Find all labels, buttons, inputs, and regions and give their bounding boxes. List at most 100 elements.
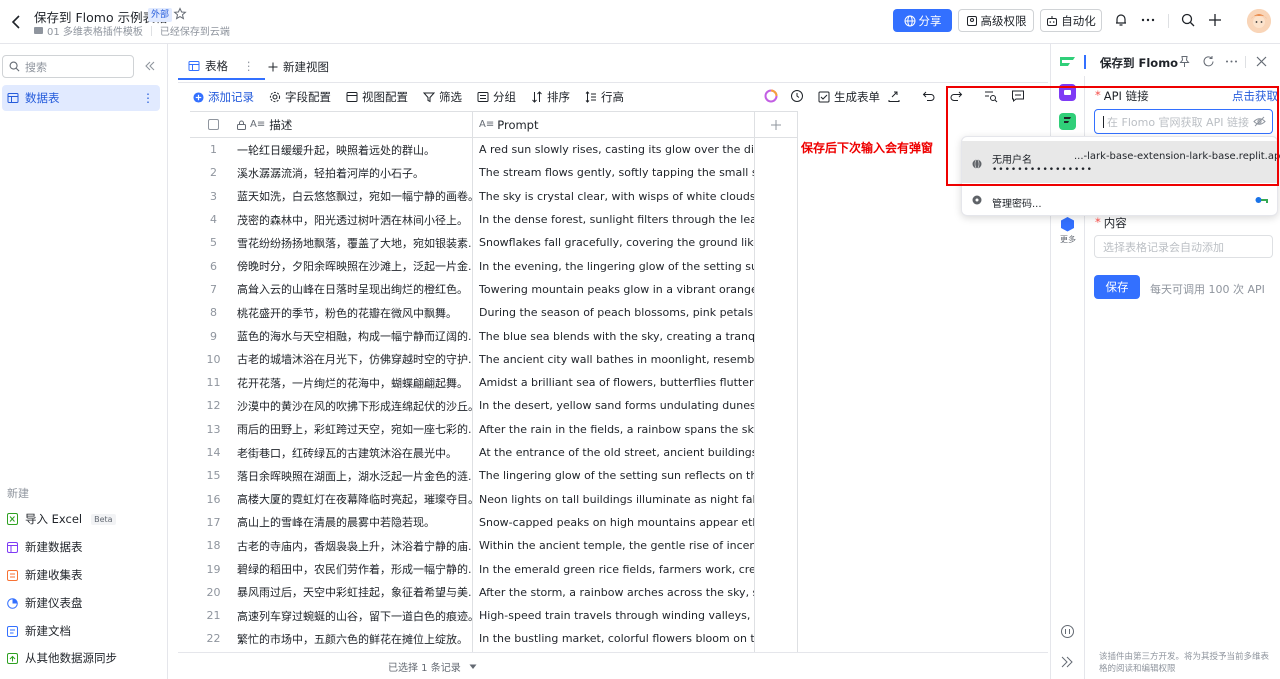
settings-dial-icon[interactable] [1060,624,1075,639]
save-button[interactable]: 保存 [1094,275,1140,299]
description-cell[interactable]: 古老的寺庙内，香烟袅袅上升，沐浴着宁静的庙... [237,534,472,557]
prompt-cell[interactable]: Within the ancient temple, the gentle ri… [472,534,754,558]
description-cell[interactable]: 溪水潺潺流淌，轻拍着河岸的小石子。 [237,161,472,184]
prompt-cell[interactable]: Amidst a brilliant sea of flowers, butte… [472,371,754,395]
prompt-cell[interactable]: The blue sea blends with the sky, creati… [472,324,754,348]
new-doc-item[interactable]: 新建文档 [7,621,71,641]
new-view-button[interactable]: 新建视图 [268,54,329,80]
prompt-cell[interactable]: Snow-capped peaks on high mountains appe… [472,510,754,535]
avatar[interactable] [1247,9,1271,33]
new-dashboard-item[interactable]: 新建仪表盘 [7,593,83,613]
description-cell[interactable]: 高速列车穿过蜿蜒的山谷，留下一道白色的痕迹。 [237,604,472,627]
sidebar-item-data-table[interactable]: 数据表 ⋮ [2,85,160,111]
more-icon[interactable] [1225,55,1239,69]
more-label[interactable]: 更多 [1060,234,1076,245]
description-cell[interactable]: 碧绿的稻田中，农民们劳作着，形成一幅宁静的... [237,557,472,580]
undo-icon[interactable] [922,89,938,105]
description-cell[interactable]: 高楼大厦的霓虹灯在夜幕降临时亮起，璀璨夺目。 [237,488,472,511]
content-input[interactable]: 选择表格记录会自动添加 [1094,235,1273,258]
column-header-description[interactable]: A≡ 描述 [237,111,472,138]
breadcrumb[interactable]: 01 多维表格插件模板 [47,23,143,38]
description-cell[interactable]: 繁忙的市场中，五颜六色的鲜花在摊位上绽放。 [237,627,472,650]
kebab-icon[interactable]: ⋮ [142,91,154,105]
description-cell[interactable]: 蓝色的海水与天空相融，构成一幅宁静而辽阔的... [237,324,472,347]
description-cell[interactable]: 茂密的森林中，阳光透过树叶洒在林间小径上。 [237,208,472,231]
column-header-prompt[interactable]: A≡ Prompt [472,111,754,138]
prompt-cell[interactable]: At the entrance of the old street, ancie… [472,440,754,465]
add-column-button[interactable] [754,111,798,138]
description-cell[interactable]: 沙漠中的黄沙在风的吹拂下形成连绵起伏的沙丘。 [237,394,472,417]
pin-icon[interactable] [1178,55,1192,69]
sort-button[interactable]: 排序 [531,89,570,105]
plus-icon[interactable] [1207,12,1225,30]
select-all-checkbox-cell[interactable] [190,111,237,138]
prompt-cell[interactable]: A red sun slowly rises, casting its glow… [472,138,754,162]
description-cell[interactable]: 古老的城墙沐浴在月光下，仿佛穿越时空的守护... [237,348,472,371]
prompt-cell[interactable]: Snowflakes fall gracefully, covering the… [472,231,754,255]
kebab-icon[interactable]: ⋮ [243,59,255,73]
search-input[interactable]: 搜索 [2,55,134,78]
prompt-cell[interactable]: The sky is crystal clear, with wisps of … [472,184,754,208]
description-cell[interactable]: 老街巷口，红砖绿瓦的古建筑沐浴在晨光中。 [237,441,472,464]
share-button[interactable]: 分享 [893,9,952,32]
close-icon[interactable] [1255,55,1269,69]
description-cell[interactable]: 雨后的田野上，彩虹跨过天空，宛如一座七彩的... [237,418,472,441]
prompt-cell[interactable]: High-speed train travels through winding… [472,604,754,628]
new-table-item[interactable]: 新建数据表 [7,537,83,557]
description-cell[interactable]: 暴风雨过后，天空中彩虹挂起，象征着希望与美... [237,581,472,604]
view-config-button[interactable]: 视图配置 [346,89,408,105]
generate-form-button[interactable]: 生成表单 [818,89,880,105]
prompt-cell[interactable]: After the storm, a rainbow arches across… [472,580,754,604]
prompt-cell[interactable]: In the emerald green rice fields, farmer… [472,557,754,581]
hexagon-app-icon[interactable] [1059,216,1076,233]
prompt-cell[interactable]: In the desert, yellow sand forms undulat… [472,394,754,418]
prompt-cell[interactable]: The ancient city wall bathes in moonligh… [472,347,754,371]
prompt-cell[interactable]: In the bustling market, colorful flowers… [472,627,754,651]
filter-button[interactable]: 筛选 [423,89,462,105]
divider [472,138,473,652]
row-height-button[interactable]: 行高 [585,89,624,105]
manage-passwords-link[interactable]: 管理密码... [992,195,1042,210]
more-icon[interactable] [1140,12,1158,30]
expand-icon[interactable] [1060,655,1074,669]
add-record-button[interactable]: 添加记录 [193,89,254,105]
select-all-checkbox[interactable] [208,119,219,130]
description-cell[interactable]: 桃花盛开的季节，粉色的花瓣在微风中飘舞。 [237,301,472,324]
new-form-item[interactable]: 新建收集表 [7,565,83,585]
advanced-permission-button[interactable]: 高级权限 [958,9,1034,32]
description-cell[interactable]: 高山上的雪峰在清晨的晨雾中若隐若现。 [237,511,472,534]
search-icon[interactable] [1180,12,1198,30]
description-cell[interactable]: 落日余晖映照在湖面上，湖水泛起一片金色的涟... [237,464,472,487]
refresh-icon[interactable] [1202,55,1216,69]
prompt-cell[interactable]: Neon lights on tall buildings illuminate… [472,487,754,511]
description-cell[interactable]: 花开花落，一片绚烂的花海中，蝴蝶翩翩起舞。 [237,371,472,394]
description-cell[interactable]: 蓝天如洗，白云悠悠飘过，宛如一幅宁静的画卷。 [237,185,472,208]
automation-button[interactable]: 自动化 [1040,9,1102,32]
description-cell[interactable]: 傍晚时分，夕阳余晖映照在沙滩上，泛起一片金... [237,255,472,278]
tab-table-view[interactable]: 表格 ⋮ [178,54,265,80]
field-config-button[interactable]: 字段配置 [269,89,331,105]
prompt-cell[interactable]: The stream flows gently, softly tapping … [472,161,754,185]
prompt-cell[interactable]: Towering mountain peaks glow in a vibran… [472,277,754,302]
history-icon[interactable] [790,89,806,105]
prompt-cell[interactable]: During the season of peach blossoms, pin… [472,301,754,325]
prompt-cell[interactable]: After the rain in the fields, a rainbow … [472,417,754,441]
description-cell[interactable]: 一轮红日缓缓升起，映照着远处的群山。 [237,138,472,161]
ai-orb-icon[interactable] [764,89,780,105]
chevron-down-icon[interactable] [469,664,477,670]
star-icon[interactable] [173,7,187,21]
description-cell[interactable]: 雪花纷纷扬扬地飘落，覆盖了大地，宛如银装素... [237,231,472,254]
back-arrow-icon[interactable] [8,12,24,32]
description-cell[interactable]: 高耸入云的山峰在日落时呈现出绚烂的橙红色。 [237,278,472,301]
prompt-cell[interactable]: The lingering glow of the setting sun re… [472,464,754,488]
prompt-cell[interactable]: In the evening, the lingering glow of th… [472,254,754,278]
sync-source-item[interactable]: 从其他数据源同步 [7,648,117,668]
prompt-cell[interactable]: In the dense forest, sunlight filters th… [472,207,754,232]
bell-icon[interactable] [1113,12,1131,30]
import-excel-item[interactable]: 导入 Excel Beta [7,509,116,529]
collapse-sidebar-icon[interactable] [144,60,158,74]
row-number: 9 [210,329,217,343]
group-button[interactable]: 分组 [477,89,516,105]
share-out-icon[interactable] [887,89,903,105]
status-bar[interactable]: 已选择 1 条记录 [388,659,477,674]
